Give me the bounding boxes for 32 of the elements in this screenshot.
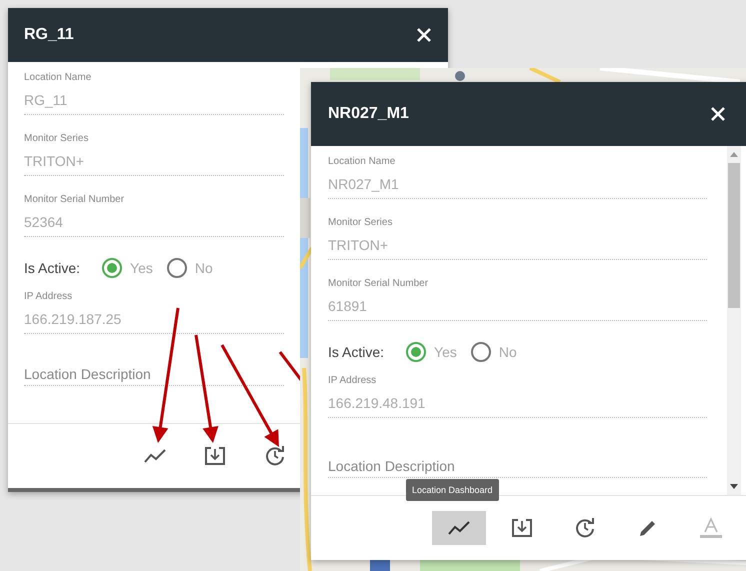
line-chart-icon: [144, 449, 166, 463]
text-format-icon: [699, 517, 723, 539]
text-field[interactable]: Location Name RG_11: [24, 72, 284, 115]
radio-option[interactable]: No: [470, 342, 517, 362]
text-field[interactable]: Monitor Serial Number 52364: [24, 194, 284, 237]
toolbar-button[interactable]: [432, 511, 486, 545]
text-field[interactable]: Monitor Serial Number 61891: [328, 278, 707, 321]
description-field[interactable]: Location Description: [24, 366, 284, 386]
download-icon: [204, 446, 226, 466]
scrollbar[interactable]: [727, 146, 741, 495]
text-field[interactable]: Monitor Series TRITON+: [328, 217, 707, 260]
close-icon[interactable]: [416, 27, 432, 43]
tooltip: Location Dashboard: [406, 479, 499, 501]
field-label: Is Active:: [328, 344, 384, 360]
field-label: Is Active:: [24, 260, 80, 276]
history-icon: [574, 517, 596, 539]
radio-option[interactable]: Yes: [102, 258, 153, 278]
pencil-icon: [638, 518, 658, 538]
text-field[interactable]: Monitor Series TRITON+: [24, 133, 284, 176]
scroll-down-icon[interactable]: [730, 484, 738, 489]
dialog-title: NR027_M1: [328, 105, 409, 123]
text-field[interactable]: IP Address 166.219.48.191: [328, 375, 707, 418]
text-field[interactable]: IP Address 166.219.187.25: [24, 291, 284, 334]
radio-option[interactable]: No: [166, 258, 213, 278]
radio-option[interactable]: Yes: [406, 342, 457, 362]
text-field[interactable]: Location Name NR027_M1: [328, 156, 707, 199]
line-chart-icon: [448, 521, 470, 535]
description-field[interactable]: Location Description: [328, 458, 707, 478]
download-icon: [511, 518, 533, 538]
close-icon[interactable]: [710, 106, 726, 122]
history-icon: [264, 445, 286, 467]
dialog-title: RG_11: [24, 26, 74, 44]
